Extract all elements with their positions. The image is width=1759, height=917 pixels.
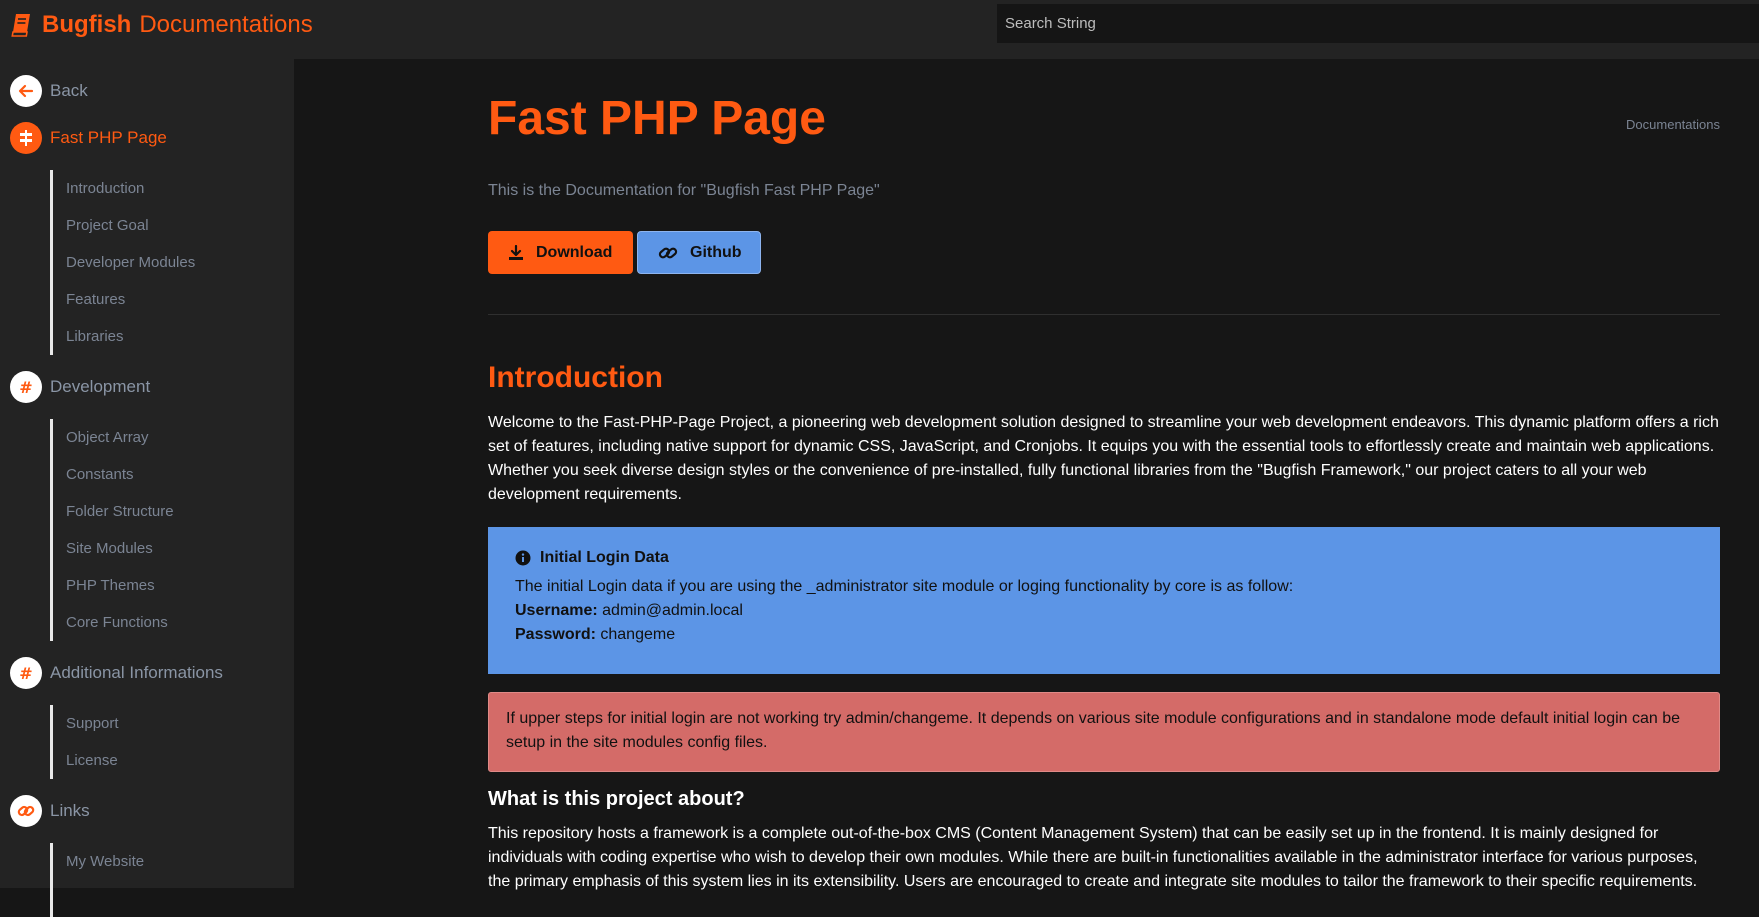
download-button[interactable]: Download (488, 231, 633, 274)
sidebar-item-introduction[interactable]: Introduction (53, 170, 195, 207)
password-value: changeme (600, 626, 676, 643)
sidebar-section-label: Additional Informations (50, 663, 223, 682)
divider (488, 314, 1720, 315)
sidebar-subgroup-links: My Website (50, 843, 144, 917)
info-circle-icon (515, 550, 531, 566)
password-label: Password: (515, 626, 596, 643)
intro-paragraph: Welcome to the Fast-PHP-Page Project, a … (488, 414, 1719, 503)
arrow-left-icon (10, 75, 42, 107)
sidebar-subgroup-fast-php-page: Introduction Project Goal Developer Modu… (50, 170, 195, 355)
sidebar-section-fast-php-page[interactable]: Fast PHP Page (10, 122, 167, 154)
breadcrumb[interactable]: Documentations (1626, 117, 1720, 132)
hash-icon: # (10, 371, 42, 403)
brand-name-rest: Documentations (139, 11, 313, 38)
sidebar-item-more[interactable] (53, 880, 144, 917)
top-bar: Bugfish Documentations (0, 0, 1759, 59)
sidebar-item-object-array[interactable]: Object Array (53, 419, 174, 456)
book-icon (11, 14, 30, 37)
link-icon (658, 247, 678, 258)
hash-icon: # (10, 657, 42, 689)
info-box-title: Initial Login Data (515, 549, 1693, 567)
sidebar-item-libraries[interactable]: Libraries (53, 318, 195, 355)
sidebar-item-my-website[interactable]: My Website (53, 843, 144, 880)
section-heading-about: What is this project about? (488, 788, 745, 810)
page-title: Fast PHP Page (488, 92, 826, 145)
info-box-title-text: Initial Login Data (540, 549, 669, 566)
section-heading-introduction: Introduction (488, 361, 663, 394)
brand-logo-link[interactable]: Bugfish Documentations (10, 10, 313, 40)
info-box-text: The initial Login data if you are using … (515, 578, 1294, 595)
brand-name-bold: Bugfish (42, 11, 132, 38)
sidebar-item-project-goal[interactable]: Project Goal (53, 207, 195, 244)
page-subtitle: This is the Documentation for "Bugfish F… (488, 182, 880, 199)
sidebar-section-development[interactable]: # Development (10, 371, 150, 403)
sidebar-item-core-functions[interactable]: Core Functions (53, 604, 174, 641)
download-icon (509, 244, 523, 260)
link-icon (10, 795, 42, 827)
sidebar-item-constants[interactable]: Constants (53, 456, 174, 493)
sidebar-item-developer-modules[interactable]: Developer Modules (53, 244, 195, 281)
sidebar-item-features[interactable]: Features (53, 281, 195, 318)
warning-box: If upper steps for initial login are not… (488, 692, 1720, 772)
sidebar-item-folder-structure[interactable]: Folder Structure (53, 493, 174, 530)
sidebar-back-link[interactable]: Back (10, 75, 88, 107)
sidebar: Back Fast PHP Page Introduction Project … (0, 59, 294, 917)
username-label: Username: (515, 602, 598, 619)
sidebar-subgroup-development: Object Array Constants Folder Structure … (50, 419, 174, 641)
sidebar-section-label: Links (50, 801, 90, 820)
sidebar-section-links[interactable]: Links (10, 795, 90, 827)
info-box: Initial Login Data The initial Login dat… (488, 527, 1720, 674)
github-label: Github (690, 243, 742, 261)
search-input[interactable] (997, 4, 1759, 43)
sidebar-section-label: Fast PHP Page (50, 128, 167, 147)
github-button[interactable]: Github (637, 231, 761, 274)
sidebar-item-license[interactable]: License (53, 742, 119, 779)
sidebar-section-label: Development (50, 377, 151, 396)
sidebar-subgroup-additional-informations: Support License (50, 705, 119, 779)
info-username-line: Username: admin@admin.local (515, 599, 1693, 623)
sidebar-item-php-themes[interactable]: PHP Themes (53, 567, 174, 604)
sidebar-back-label: Back (50, 81, 88, 100)
download-label: Download (536, 243, 613, 261)
signpost-icon (10, 122, 42, 154)
sidebar-section-additional-informations[interactable]: # Additional Informations (10, 657, 223, 689)
username-value: admin@admin.local (602, 602, 743, 619)
about-paragraph: This repository hosts a framework is a c… (488, 825, 1698, 890)
info-password-line: Password: changeme (515, 623, 1693, 647)
sidebar-item-support[interactable]: Support (53, 705, 119, 742)
sidebar-item-site-modules[interactable]: Site Modules (53, 530, 174, 567)
